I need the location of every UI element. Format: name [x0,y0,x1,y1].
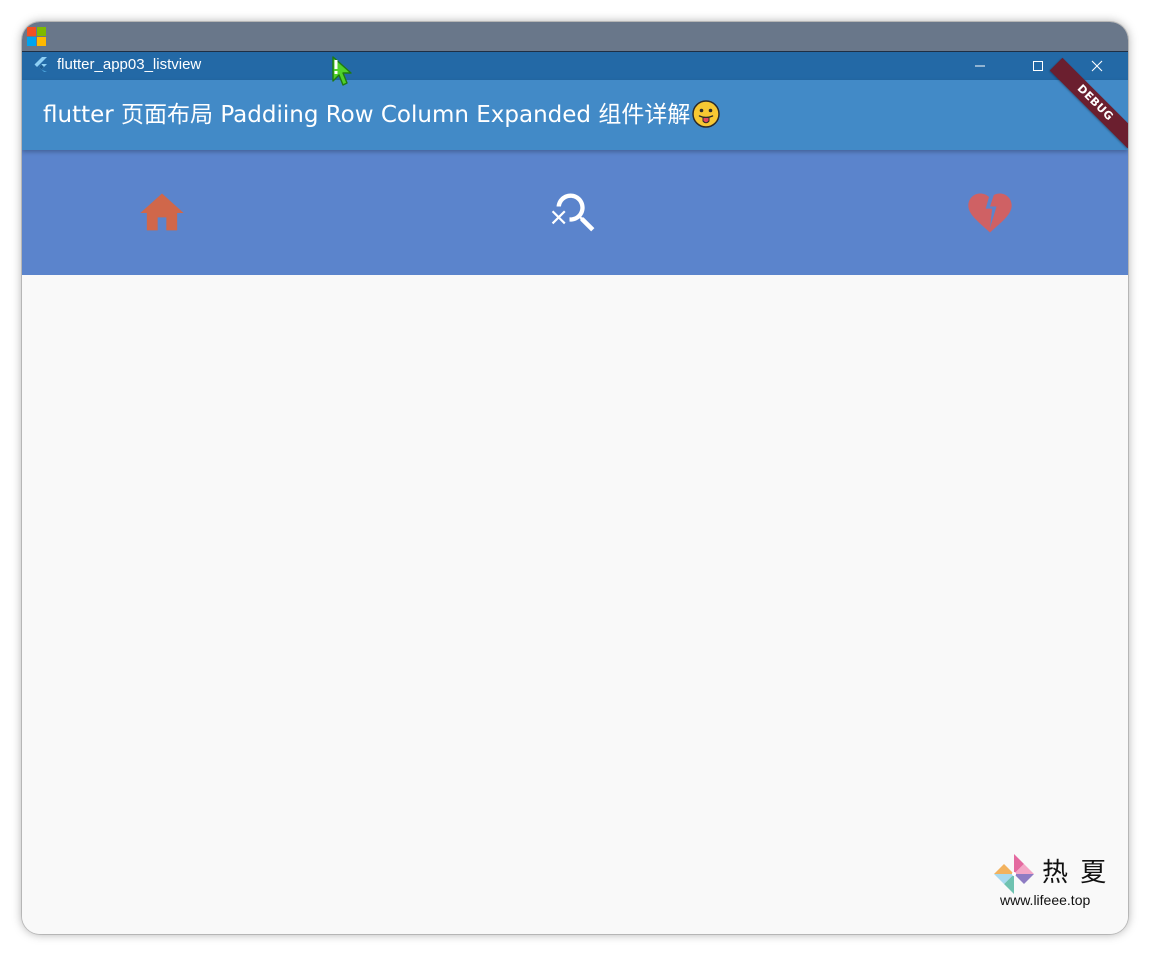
minimize-icon [975,65,985,67]
windows-logo-icon [27,27,47,47]
mouse-cursor-icon [332,56,352,86]
flutter-logo-icon [34,57,47,72]
close-icon [1091,60,1103,72]
content-area [22,275,1128,934]
maximize-icon [1033,61,1043,71]
window-titlebar[interactable]: flutter_app03_listview [22,51,1128,80]
app-window: flutter_app03_listview flutter 页面布局 Padd… [22,22,1128,934]
heart-broken-icon [968,193,1012,232]
page-title-text: flutter 页面布局 Paddiing Row Column Expande… [43,102,691,128]
watermark: 热 夏 www.lifeee.top [992,852,1112,912]
icon-row [22,150,1128,275]
pinwheel-logo-icon [994,854,1034,894]
search-off-icon [551,193,595,231]
app-bar: flutter 页面布局 Paddiing Row Column Expande… [22,57,1128,150]
window-title: flutter_app03_listview [57,56,202,73]
minimize-button[interactable] [957,52,1003,80]
watermark-url: www.lifeee.top [1000,892,1091,908]
tongue-face-emoji-icon [692,99,721,128]
home-icon [140,193,184,230]
watermark-name: 热 夏 [1042,858,1109,888]
page-title: flutter 页面布局 Paddiing Row Column Expande… [43,99,721,129]
top-strip [22,22,1128,51]
